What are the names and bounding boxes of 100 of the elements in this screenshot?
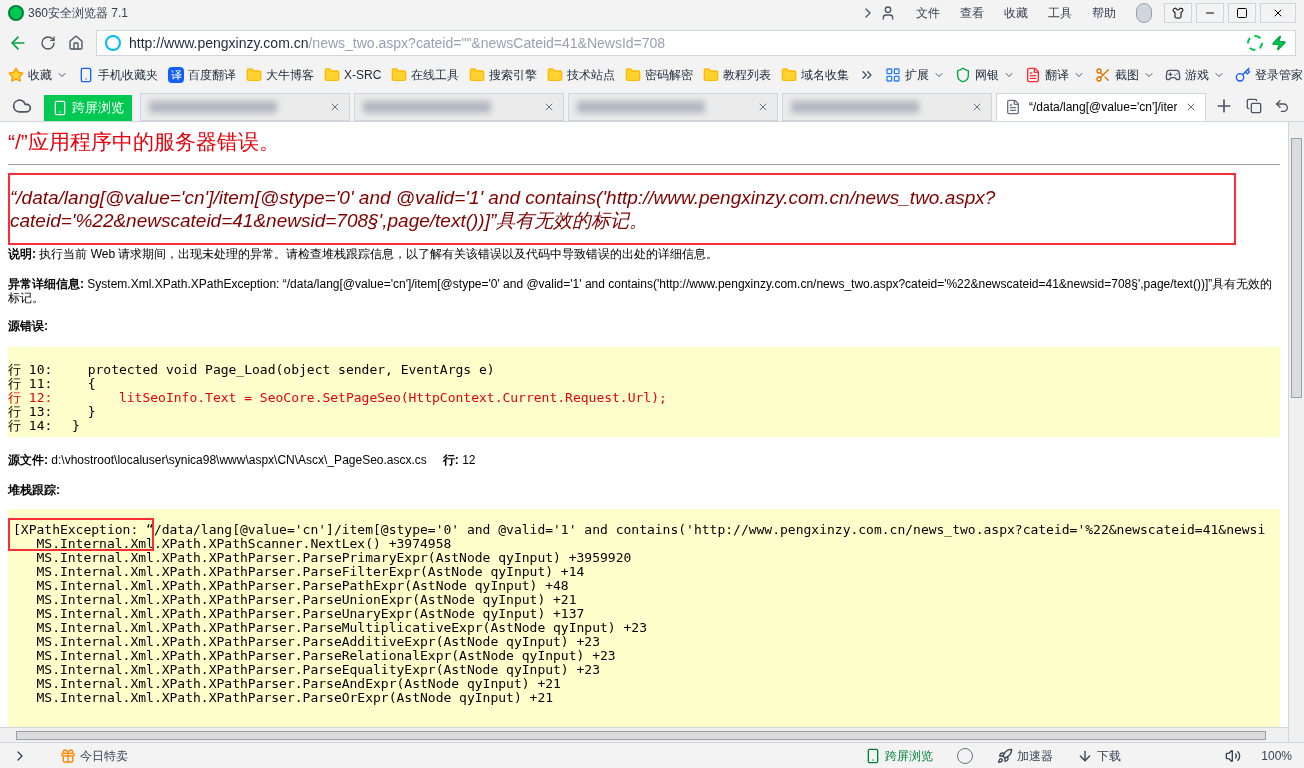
stack-line: MS.Internal.Xml.XPath.XPathParser.ParseUnaryExpr(AstNode qyInput) +137 [35, 607, 585, 621]
scissors-icon [1095, 67, 1112, 83]
description-text: 说明: 执行当前 Web 请求期间，出现未处理的异常。请检查堆栈跟踪信息，以了解有关该错误以及代码中导致错误的出处的详细信息。 [8, 247, 720, 261]
browser-logo-icon [8, 5, 24, 21]
menu-item[interactable]: 帮助 [1084, 4, 1124, 22]
folder-icon [469, 67, 486, 83]
line-number: 行 11: [8, 377, 54, 391]
code-line: litSeoInfo.Text = SeoCore.SetPageSeo(HttpContext.Current.Request.Url); [117, 391, 667, 405]
folder-icon [781, 67, 798, 83]
star-icon [8, 67, 24, 83]
stack-trace-label: 堆栈跟踪: [8, 483, 61, 497]
bookmark-item[interactable]: 收藏 [8, 66, 52, 84]
bookmark-item[interactable]: 手机收藏夹 [78, 66, 158, 84]
bookmark-item[interactable]: 域名收集 [781, 66, 850, 84]
window-title: 360安全浏览器 7.1 [28, 5, 129, 22]
accelerator-button[interactable]: 加速器 [997, 746, 1054, 765]
minimize-button[interactable] [1196, 3, 1224, 23]
error-message: “/data/lang[@value='cn']/item[@stype='0' and @valid='1' and contains('http://www.pengxinzy.com.cn/news_two.aspx?cateid='%22&newscateid=41&newsid=708§',page/text())]”具有无效的标记。 [10, 186, 997, 232]
menu-item[interactable]: 工具 [1040, 4, 1080, 22]
key-icon [1235, 67, 1252, 83]
line-number: 行 14: [8, 419, 54, 433]
folder-icon [246, 67, 262, 83]
error-heading: “/”应用程序中的服务器错误。 [8, 130, 280, 153]
home-icon[interactable] [68, 35, 84, 51]
maximize-button[interactable] [1228, 3, 1256, 23]
bookmark-item[interactable]: 译 百度翻译 [168, 66, 236, 84]
close-tab-icon[interactable] [329, 101, 341, 113]
line-number: 行 10: [8, 363, 54, 377]
bookmark-item[interactable]: 教程列表 [703, 66, 772, 84]
horizontal-scrollbar[interactable] [0, 727, 1288, 742]
reload-icon[interactable] [40, 35, 56, 51]
loading-icon [1247, 35, 1263, 51]
stack-line: MS.Internal.Xml.XPath.XPathParser.ParsePathExpr(AstNode qyInput) +48 [35, 579, 569, 593]
folder-icon [625, 67, 642, 83]
zoom-button[interactable]: 100% [1261, 746, 1292, 765]
code-line: } [86, 405, 96, 419]
bookmark-item[interactable]: 游戏 [1165, 66, 1210, 84]
page-icon [1005, 99, 1021, 115]
rocket-icon [997, 747, 1014, 764]
close-tab-icon[interactable] [1185, 101, 1197, 113]
maximize-icon [1236, 7, 1248, 19]
line-number-value: 行: 12 [442, 453, 476, 467]
document-icon [1025, 67, 1042, 83]
close-tab-icon[interactable] [971, 101, 983, 113]
volume-icon[interactable] [1225, 747, 1242, 764]
cross-screen-status-button[interactable]: 跨屏浏览 [865, 746, 934, 765]
bookmark-item[interactable]: 网银 [955, 66, 1000, 84]
shirt-icon [1172, 7, 1184, 19]
menu-item[interactable]: 文件 [908, 4, 948, 22]
source-error-label: 源错误: [8, 318, 49, 335]
vertical-scrollbar[interactable] [1288, 122, 1304, 742]
line-number: 行 12: [8, 391, 54, 405]
bookmark-item[interactable]: 截图 [1095, 66, 1140, 84]
source-file-path: 源文件: d:\vhostroot\localuser\synica98\www\aspx\CN\Ascx\_PageSeo.ascx.cs [8, 453, 427, 467]
stack-line: MS.Internal.Xml.XPath.XPathParser.ParseEqualityExpr(AstNode qyInput) +23 [35, 663, 600, 677]
stack-line: MS.Internal.Xml.XPath.XPathParser.ParseMultiplicativeExpr(AstNode qyInput) +23 [35, 621, 647, 635]
bookmark-item[interactable]: X-SRC [324, 66, 382, 84]
stack-line: MS.Internal.Xml.XPath.XPathParser.ParseOrExpr(AstNode qyInput) +21 [35, 691, 554, 705]
folder-icon [703, 67, 720, 83]
code-line: } [72, 419, 80, 433]
deals-button[interactable]: 今日特卖 [60, 746, 128, 765]
code-line: { [86, 377, 96, 391]
stack-line: MS.Internal.Xml.XPath.XPathParser.ParsePrimaryExpr(AstNode qyInput) +3959920 [35, 551, 632, 565]
undo-icon[interactable] [1274, 97, 1290, 114]
download-button[interactable]: 下载 [1077, 746, 1122, 765]
bookmark-item[interactable]: 翻译 [1025, 66, 1070, 84]
line-number: 行 13: [8, 405, 54, 419]
lightning-icon[interactable] [1271, 35, 1287, 51]
folder-icon [391, 67, 408, 83]
close-icon [1272, 7, 1284, 19]
bookmark-item[interactable]: 在线工具 [391, 66, 460, 84]
translate-icon: 译 [168, 67, 184, 83]
gift-icon [60, 747, 76, 764]
bookmark-item[interactable]: 技术站点 [547, 66, 616, 84]
skin-button[interactable] [1164, 3, 1192, 23]
close-tab-icon[interactable] [543, 101, 555, 113]
menu-item[interactable]: 查看 [952, 4, 992, 22]
address-field[interactable]: http://www.pengxinzy.com.cn/news_two.aspx?cateid=""&newsCateid=41&NewsId=708 [96, 30, 1296, 56]
phone-icon [52, 100, 68, 116]
gamepad-icon [1165, 67, 1182, 83]
browser-tab[interactable]: “/data/lang[@value='cn']/iter [996, 93, 1206, 121]
exception-details: 异常详细信息: System.Xml.XPath.XPathException: “/data/lang[@value='cn']/item[@stype='0' and @valid='1' and contains('http://www.pengxinzy.com.cn/news_two.aspx?cateid='%22&newscateid=41&newsid=708§',page/text())]”具有无效的标记。 [8, 277, 1274, 305]
bookmark-item[interactable]: 大牛博客 [246, 66, 314, 84]
bookmark-item[interactable]: 扩展 [885, 66, 930, 84]
menu-item[interactable]: 收藏 [996, 4, 1036, 22]
close-tab-icon[interactable] [757, 101, 769, 113]
bookmark-item[interactable]: 登录管家 [1235, 66, 1304, 84]
url-text: http://www.pengxinzy.com.cn/news_two.aspx?cateid=""&newsCateid=41&NewsId=708 [129, 33, 667, 53]
stack-line: MS.Internal.Xml.XPath.XPathParser.ParseUnionExpr(AstNode qyInput) +21 [35, 593, 577, 607]
stack-line: MS.Internal.Xml.XPath.XPathParser.ParseAndExpr(AstNode qyInput) +21 [35, 677, 561, 691]
user-icon[interactable] [880, 5, 896, 21]
folder-icon [324, 67, 340, 83]
bookmark-item[interactable]: 密码解密 [625, 66, 694, 84]
folder-icon [547, 67, 564, 83]
stack-line: MS.Internal.Xml.XPath.XPathParser.ParseFilterExpr(AstNode qyInput) +14 [35, 565, 585, 579]
tabs-icon[interactable] [1246, 97, 1262, 114]
stack-line: MS.Internal.Xml.XPath.XPathParser.ParseRelationalExpr(AstNode qyInput) +23 [35, 649, 616, 663]
bookmark-item[interactable]: 搜索引擎 [469, 66, 538, 84]
grid-icon [885, 67, 902, 83]
shield-icon [955, 67, 972, 83]
